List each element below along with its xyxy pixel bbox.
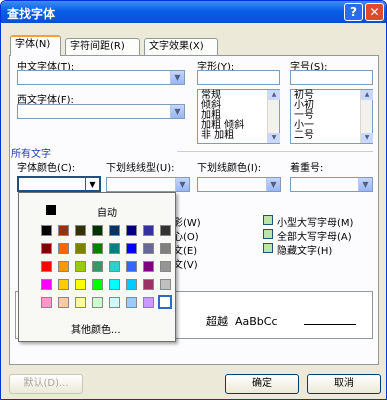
color-swatch[interactable] [160, 279, 171, 290]
color-swatch[interactable] [160, 225, 171, 236]
tab-font[interactable]: 字体(N) [10, 35, 61, 56]
chevron-down-icon[interactable]: ▼ [266, 178, 280, 191]
font-color-combo[interactable]: ▼ [17, 176, 101, 192]
group-divider [177, 151, 373, 152]
title-bar: 查找字体 ? ✕ [1, 1, 386, 23]
help-button[interactable]: ? [344, 3, 363, 21]
color-swatch[interactable] [41, 279, 52, 290]
all-caps-label: 全部大写字母(A) [277, 232, 352, 243]
color-swatch[interactable] [75, 297, 86, 308]
all-caps-checkbox[interactable] [263, 229, 273, 239]
cancel-button[interactable]: 取消 [307, 374, 381, 394]
color-swatch[interactable] [58, 297, 69, 308]
color-swatch[interactable] [126, 279, 137, 290]
default-button[interactable]: 默认(D)... [9, 374, 83, 394]
automatic-color-swatch[interactable] [46, 205, 56, 215]
chevron-down-icon[interactable]: ▼ [175, 178, 189, 191]
cn-font-combo[interactable]: ▼ [17, 70, 185, 85]
chevron-down-icon[interactable]: ▼ [268, 133, 280, 143]
chevron-down-icon[interactable]: ▼ [170, 71, 184, 84]
color-swatch[interactable] [92, 297, 103, 308]
color-swatch[interactable] [143, 297, 154, 308]
color-swatch[interactable] [109, 297, 120, 308]
color-swatch[interactable] [109, 243, 120, 254]
tab-char-spacing[interactable]: 字符间距(R) [65, 38, 140, 55]
size-input[interactable] [290, 70, 373, 85]
preview-text: 超越 AaBbCc [206, 313, 278, 329]
emphasis-label: 着重号: [290, 163, 324, 174]
color-swatch[interactable] [160, 261, 171, 272]
color-swatch[interactable] [58, 243, 69, 254]
chevron-down-icon[interactable]: ▼ [358, 178, 372, 191]
list-item[interactable]: 二号 [294, 131, 369, 141]
hidden-text-label: 隐藏文字(H) [277, 246, 333, 257]
color-swatch[interactable] [75, 225, 86, 236]
color-swatch[interactable] [75, 279, 86, 290]
list-item[interactable]: 非 加粗 [201, 131, 276, 141]
color-swatch[interactable] [58, 279, 69, 290]
more-colors-button[interactable]: 其他颜色... [71, 321, 121, 336]
color-swatch[interactable] [126, 243, 137, 254]
color-swatch[interactable] [143, 261, 154, 272]
color-swatch[interactable] [92, 243, 103, 254]
color-swatch[interactable] [109, 225, 120, 236]
color-swatch[interactable] [143, 279, 154, 290]
color-swatch[interactable] [109, 279, 120, 290]
small-caps-label: 小型大写字母(M) [277, 218, 354, 229]
color-swatch[interactable] [126, 261, 137, 272]
chevron-down-icon[interactable]: ▼ [85, 178, 99, 190]
all-text-section-title: 所有文字 [11, 149, 51, 160]
emphasis-combo[interactable]: ▼ [290, 177, 373, 192]
color-palette-popup: 自动 其他颜色... [18, 192, 176, 342]
scrollbar[interactable]: ▲ ▼ [360, 90, 373, 143]
automatic-color-option[interactable]: 自动 [97, 204, 117, 219]
dialog-title: 查找字体 [7, 7, 56, 21]
close-button[interactable]: ✕ [365, 3, 384, 21]
color-swatch[interactable] [109, 261, 120, 272]
color-swatch[interactable] [143, 243, 154, 254]
color-swatch[interactable] [41, 261, 52, 272]
color-swatch[interactable] [160, 243, 171, 254]
color-swatch[interactable] [143, 225, 154, 236]
style-input[interactable] [197, 70, 280, 85]
color-swatch[interactable] [41, 297, 52, 308]
color-swatch[interactable] [92, 225, 103, 236]
west-font-combo[interactable]: ▼ [17, 104, 185, 119]
find-font-dialog: 查找字体 ? ✕ 字体(N) 字符间距(R) 文字效果(X) 中文字体(T): … [0, 0, 387, 400]
underline-style-label: 下划线线型(U): [106, 163, 175, 174]
color-swatch[interactable] [75, 261, 86, 272]
preview-underline [304, 324, 356, 325]
hidden-text-checkbox[interactable] [263, 243, 273, 253]
color-swatch[interactable] [92, 261, 103, 272]
underline-color-combo[interactable]: ▼ [197, 177, 281, 192]
color-swatch[interactable] [58, 261, 69, 272]
chevron-up-icon[interactable]: ▲ [268, 90, 280, 100]
color-swatch[interactable] [58, 225, 69, 236]
color-swatch[interactable] [75, 243, 86, 254]
chevron-up-icon[interactable]: ▲ [361, 90, 373, 100]
color-swatch[interactable] [92, 279, 103, 290]
underline-color-label: 下划线颜色(I): [197, 163, 262, 174]
color-swatch[interactable] [41, 225, 52, 236]
small-caps-checkbox[interactable] [263, 215, 273, 225]
underline-style-combo[interactable]: ▼ [106, 177, 190, 192]
chevron-down-icon[interactable]: ▼ [361, 133, 373, 143]
color-swatch[interactable] [41, 243, 52, 254]
color-swatch[interactable] [158, 295, 172, 309]
color-swatch[interactable] [126, 225, 137, 236]
ok-button[interactable]: 确定 [225, 374, 299, 394]
style-list[interactable]: 常规 倾斜 加粗 加粗 倾斜 非 加粗 ▲ ▼ [197, 89, 280, 144]
scrollbar[interactable]: ▲ ▼ [267, 90, 280, 143]
font-color-label: 字体颜色(C): [17, 163, 76, 174]
preview-en-text: AaBbCc [235, 315, 278, 328]
size-list[interactable]: 初号 小初 一号 小一 二号 ▲ ▼ [290, 89, 373, 144]
tab-text-effects[interactable]: 文字效果(X) [144, 38, 218, 55]
color-swatch[interactable] [126, 297, 137, 308]
preview-cn-text: 超越 [206, 315, 228, 328]
chevron-down-icon[interactable]: ▼ [170, 105, 184, 118]
